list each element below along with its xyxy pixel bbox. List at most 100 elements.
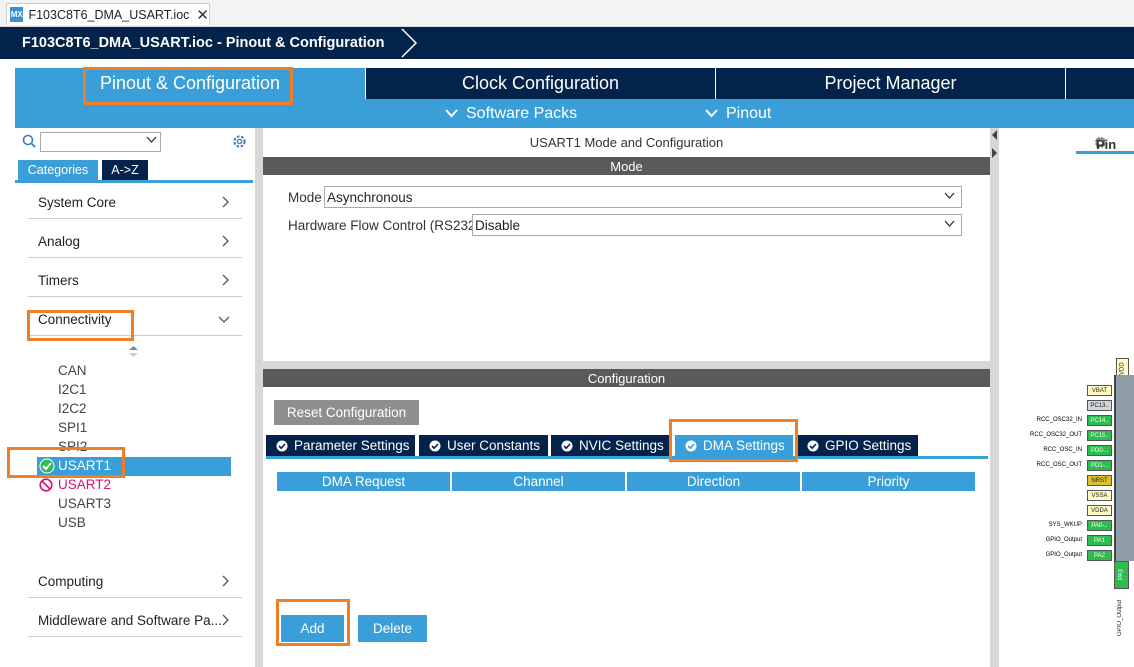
tab-dma-settings[interactable]: DMA Settings (675, 435, 793, 456)
pin-label: SYS_WKUP (1048, 522, 1082, 528)
peripheral-spi2[interactable]: SPI2 (58, 439, 87, 454)
breadcrumb[interactable]: F103C8T6_DMA_USART.ioc - Pinout & Config… (8, 27, 418, 59)
mode-section-header: Mode (263, 157, 990, 175)
chevron-down-icon (944, 220, 955, 227)
collapse-arrows-icon[interactable] (990, 130, 999, 170)
app-logo-icon: MX (10, 7, 24, 22)
close-icon[interactable]: ✕ (196, 6, 209, 24)
chevron-down-icon (944, 192, 955, 199)
mcu-chip (1114, 375, 1134, 561)
peripheral-usb[interactable]: USB (58, 515, 86, 530)
category-label: Connectivity (38, 312, 112, 327)
tab-label: NVIC Settings (579, 438, 664, 453)
tab-nvic-settings[interactable]: NVIC Settings (551, 435, 671, 456)
pin-nrst[interactable]: NRST (1087, 475, 1112, 486)
pin-vdda[interactable]: VDDA (1087, 505, 1112, 516)
software-packs-menu[interactable]: Software Packs (445, 99, 577, 128)
pin-pa3[interactable]: PA3 (1114, 561, 1129, 589)
software-packs-label: Software Packs (466, 104, 578, 122)
category-timers[interactable]: Timers (28, 265, 242, 297)
chevron-right-icon (222, 196, 229, 208)
category-connectivity[interactable]: Connectivity (28, 304, 242, 336)
tab-tools[interactable] (1066, 68, 1134, 99)
pin-pa0[interactable]: PA0-.. (1087, 520, 1112, 531)
pin-pc13[interactable]: PC13.. (1087, 400, 1112, 411)
pin-vbat[interactable]: VBAT (1087, 385, 1112, 396)
file-tab[interactable]: MX F103C8T6_DMA_USART.ioc ✕ (6, 3, 210, 25)
peripheral-usart2[interactable]: USART2 (58, 477, 111, 492)
category-system-core[interactable]: System Core (28, 187, 242, 219)
category-middleware[interactable]: Middleware and Software Pa... (28, 605, 242, 637)
pin-pc15[interactable]: PC15.. (1087, 430, 1112, 441)
chevron-down-icon (146, 136, 157, 143)
tab-a-z[interactable]: A->Z (102, 160, 148, 180)
check-circle-icon (807, 440, 819, 451)
mode-select[interactable]: Asynchronous (324, 186, 962, 208)
peripheral-i2c1[interactable]: I2C1 (58, 382, 87, 397)
tab-clock-configuration[interactable]: Clock Configuration (366, 68, 715, 99)
tab-underline (1076, 151, 1134, 154)
tab-project-manager[interactable]: Project Manager (716, 68, 1065, 99)
scroll-arrows-icon[interactable] (129, 346, 138, 357)
column-header-direction[interactable]: Direction (627, 472, 800, 491)
peripheral-usart3[interactable]: USART3 (58, 496, 111, 511)
chevron-right-icon (222, 235, 229, 247)
check-circle-icon (685, 440, 697, 451)
search-icon[interactable] (22, 134, 36, 148)
pin-pa2[interactable]: PA2 (1087, 550, 1112, 561)
window-tab-strip: MX F103C8T6_DMA_USART.ioc ✕ (0, 0, 1134, 27)
right-splitter[interactable] (990, 128, 999, 667)
panel-title: USART1 Mode and Configuration (529, 134, 724, 150)
column-header-priority[interactable]: Priority (802, 472, 975, 491)
chevron-down-icon (705, 109, 718, 118)
check-circle-icon (39, 458, 55, 474)
mode-value: Asynchronous (327, 189, 413, 205)
reset-configuration-button[interactable]: Reset Configuration (274, 400, 419, 425)
chevron-right-icon (222, 575, 229, 587)
add-button[interactable]: Add (281, 615, 344, 642)
search-input[interactable] (40, 132, 161, 152)
tab-categories[interactable]: Categories (18, 160, 98, 180)
left-splitter[interactable] (255, 128, 263, 667)
pin-pa1[interactable]: PA1 (1087, 535, 1112, 546)
tab-label: User Constants (447, 438, 541, 453)
configuration-section-header: Configuration (263, 369, 990, 387)
sub-menu-bar: Software Packs Pinout (15, 99, 1134, 128)
pin-pd0[interactable]: PD0-.. (1087, 445, 1112, 456)
tab-parameter-settings[interactable]: Parameter Settings (266, 435, 415, 456)
tab-pinout-configuration[interactable]: Pinout & Configuration (15, 68, 365, 99)
tab-underline (266, 456, 988, 459)
column-header-channel[interactable]: Channel (452, 472, 625, 491)
category-computing[interactable]: Computing (28, 566, 242, 598)
pinout-menu[interactable]: Pinout (705, 99, 771, 128)
chevron-down-icon (218, 316, 230, 323)
pin-label: GPIO_Output (1045, 537, 1082, 543)
pin-vssa[interactable]: VSSA (1087, 490, 1112, 501)
pin-label: RCC_OSC32_IN (1036, 417, 1082, 423)
pin-pd1[interactable]: PD1-.. (1087, 460, 1112, 471)
gear-icon[interactable] (231, 133, 248, 150)
pin-label: GPIO_Output (1117, 599, 1123, 636)
peripheral-can[interactable]: CAN (58, 363, 87, 378)
hwflow-select[interactable]: Disable (472, 214, 962, 236)
center-splitter[interactable] (263, 361, 990, 369)
category-analog[interactable]: Analog (28, 226, 242, 258)
pin-label: RCC_OSC_OUT (1036, 462, 1082, 468)
tab-gpio-settings[interactable]: GPIO Settings (797, 435, 918, 456)
pin-pc14[interactable]: PC14.. (1087, 415, 1112, 426)
main-tabs: Pinout & Configuration Clock Configurati… (15, 68, 1134, 99)
chevron-down-icon (445, 109, 458, 118)
hwflow-label: Hardware Flow Control (RS232) (288, 218, 481, 233)
delete-button[interactable]: Delete (358, 615, 427, 642)
peripheral-spi1[interactable]: SPI1 (58, 420, 87, 435)
peripheral-usart1[interactable]: USART1 (58, 458, 111, 473)
mode-label: Mode (288, 190, 322, 205)
pin-label: RCC_OSC32_OUT (1029, 432, 1082, 438)
tab-label: DMA Settings (703, 438, 785, 453)
category-label: Timers (38, 273, 79, 288)
peripheral-i2c2[interactable]: I2C2 (58, 401, 87, 416)
tab-user-constants[interactable]: User Constants (419, 435, 548, 456)
column-header-dma-request[interactable]: DMA Request (277, 472, 450, 491)
disabled-icon (39, 478, 53, 492)
chevron-right-icon (222, 614, 229, 626)
